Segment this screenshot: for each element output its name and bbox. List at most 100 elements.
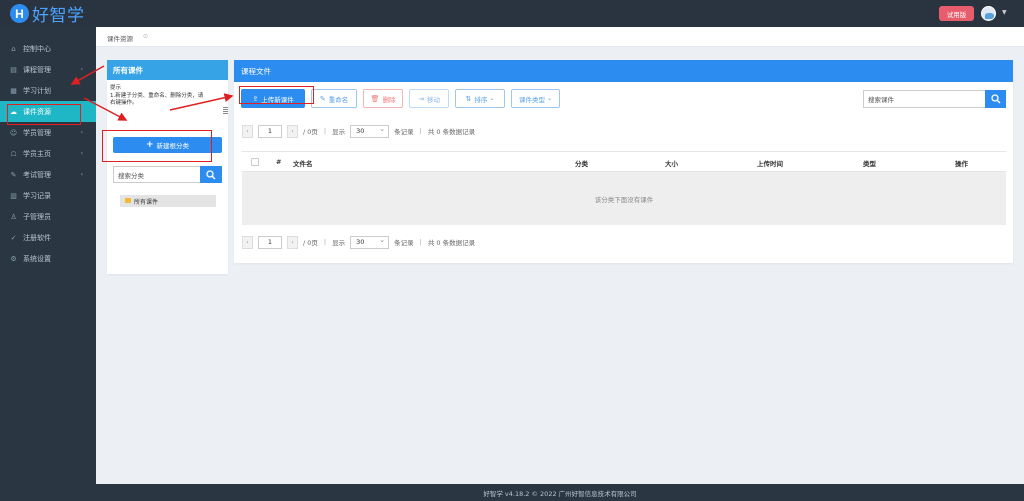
category-search-button[interactable]	[200, 166, 222, 183]
category-panel-title: 所有课件	[107, 60, 228, 80]
sidebar-item-label: 考试管理	[23, 170, 51, 179]
sidebar-item-label: 子管理员	[23, 212, 51, 221]
divider: |	[323, 127, 327, 135]
page-number-input[interactable]: 1	[258, 124, 282, 138]
sidebar: ⌂ 控制中心 ▤ 课程管理 ‹ ▦ 学习计划 ☁ 课件资源 ☺ 学员管理 ‹ ☖…	[0, 27, 96, 501]
sidebar-item-sub-admin[interactable]: ♙ 子管理员	[0, 206, 96, 227]
admin-icon: ♙	[10, 212, 17, 221]
page-size-select[interactable]: 30	[350, 124, 390, 138]
delete-button[interactable]: 🗑 删除	[363, 89, 403, 108]
chevron-down-icon[interactable]: ▼	[1002, 9, 1007, 16]
sidebar-item-study-plan[interactable]: ▦ 学习计划	[0, 80, 96, 101]
rename-label: 重命名	[328, 95, 349, 104]
logo-mark-icon: H	[10, 4, 29, 23]
sidebar-item-label: 控制中心	[23, 44, 51, 53]
users-icon: ☺	[9, 128, 18, 137]
empty-state-text: 该分类下面没有课件	[242, 172, 1006, 225]
column-header[interactable]: 上传时间	[757, 158, 783, 168]
page-size-select[interactable]: 30	[350, 235, 390, 249]
sidebar-item-student-home[interactable]: ☖ 学员主页 ‹	[0, 143, 96, 164]
sidebar-item-label: 学习计划	[23, 86, 51, 95]
column-header[interactable]: 类型	[863, 158, 876, 168]
sidebar-item-dashboard[interactable]: ⌂ 控制中心	[0, 38, 96, 59]
courseware-search-button[interactable]	[985, 90, 1006, 108]
courseware-table: # 文件名 分类 大小 上传时间 类型 操作 该分类下面没有课件	[242, 151, 1006, 225]
pager-bottom: ‹ 1 › / 0页 | 显示 30 条记录 | 共 0 条数据记录	[242, 235, 475, 249]
type-label: 课件类型	[518, 95, 545, 104]
sidebar-item-exams[interactable]: ✎ 考试管理 ‹	[0, 164, 96, 185]
total-pages-text: / 0页	[303, 128, 318, 136]
tree-node-all-courseware[interactable]: 所有课件	[120, 195, 216, 207]
divider: |	[419, 238, 422, 246]
rename-button[interactable]: ✎ 重命名	[311, 89, 357, 108]
sidebar-item-label: 课程管理	[23, 65, 51, 74]
user-home-icon: ☖	[10, 149, 17, 158]
folder-icon	[125, 198, 131, 203]
refresh-icon[interactable]: ⊙	[143, 33, 148, 40]
move-button[interactable]: ⇥ 移动	[409, 89, 449, 108]
trash-icon: 🗑	[370, 94, 380, 103]
total-pages-text: / 0页	[303, 239, 318, 247]
calendar-icon: ▦	[10, 86, 17, 95]
page-number-input[interactable]: 1	[258, 235, 282, 249]
sidebar-item-label: 系统设置	[23, 254, 51, 263]
top-bar: H 好智学 试用版 ▼	[0, 0, 1024, 27]
show-label: 显示	[332, 239, 346, 247]
column-header: #	[276, 158, 282, 166]
sidebar-item-settings[interactable]: ⚙ 系统设置	[0, 248, 96, 269]
breadcrumb: 课件资源 ⊙	[96, 27, 1024, 47]
chevron-down-icon: ⌄	[546, 95, 553, 102]
book-icon: ▤	[10, 65, 17, 74]
chevron-down-icon: ⌄	[489, 95, 495, 102]
course-files-title: 课程文件	[234, 60, 1013, 82]
exam-icon: ✎	[10, 170, 17, 179]
chevron-left-icon: ‹	[80, 171, 83, 178]
prev-page-button[interactable]: ‹	[242, 235, 253, 249]
logo-text: 好智学	[32, 6, 85, 26]
courseware-search-input[interactable]: 搜索课件	[863, 90, 986, 108]
column-header: 操作	[955, 160, 968, 168]
sidebar-item-students[interactable]: ☺ 学员管理 ‹	[0, 122, 96, 143]
sort-label: 排序	[474, 95, 488, 104]
tip-title: 提示	[110, 85, 122, 91]
select-all-checkbox[interactable]	[251, 158, 259, 166]
trial-badge-button[interactable]: 试用版	[939, 6, 974, 21]
divider: |	[323, 238, 327, 246]
gear-icon: ⚙	[10, 254, 17, 263]
sort-icon: ⇅	[465, 94, 472, 103]
sidebar-item-courses[interactable]: ▤ 课程管理 ‹	[0, 59, 96, 80]
annotation-box-upload	[239, 86, 314, 104]
category-search-input[interactable]: 搜索分类	[113, 166, 203, 183]
chevron-left-icon: ‹	[80, 66, 83, 73]
move-label: 移动	[426, 95, 440, 104]
tip-box: 提示 1.新建子分类、重命名、删除分类，请 右键操作。	[107, 82, 228, 109]
next-page-button[interactable]: ›	[287, 124, 298, 138]
column-header[interactable]: 大小	[665, 158, 678, 168]
pencil-icon: ✎	[319, 94, 326, 103]
search-icon	[990, 94, 1000, 104]
column-header[interactable]: 分类	[575, 158, 588, 168]
delete-label: 删除	[382, 95, 396, 104]
next-page-button[interactable]: ›	[287, 235, 298, 249]
breadcrumb-current: 课件资源	[107, 35, 133, 43]
sidebar-item-records[interactable]: ▥ 学习记录	[0, 185, 96, 206]
app-logo[interactable]: H 好智学	[10, 3, 85, 26]
sidebar-item-register[interactable]: ✓ 注册软件	[0, 227, 96, 248]
column-header[interactable]: 文件名	[293, 158, 313, 168]
category-panel: 所有课件 提示 1.新建子分类、重命名、删除分类，请 右键操作。 + 新建根分类…	[107, 60, 228, 274]
tip-line: 右键操作。	[110, 100, 138, 106]
per-page-label: 条记录	[394, 128, 414, 136]
sidebar-item-label: 学习记录	[23, 191, 51, 200]
total-records-text: 共 0 条数据记录	[427, 239, 476, 247]
user-avatar[interactable]	[981, 6, 996, 21]
tip-line: 1.新建子分类、重命名、删除分类，请	[110, 92, 204, 99]
chevron-left-icon: ‹	[80, 150, 83, 157]
courseware-type-dropdown[interactable]: 课件类型 ⌄	[511, 89, 560, 108]
annotation-box-courseware	[7, 104, 81, 125]
sort-dropdown[interactable]: ⇅ 排序 ⌄	[455, 89, 505, 108]
tip-scrollbar[interactable]	[223, 107, 228, 115]
prev-page-button[interactable]: ‹	[242, 124, 253, 138]
annotation-box-new-category	[102, 130, 212, 162]
record-icon: ▥	[10, 191, 17, 200]
per-page-label: 条记录	[394, 239, 414, 247]
